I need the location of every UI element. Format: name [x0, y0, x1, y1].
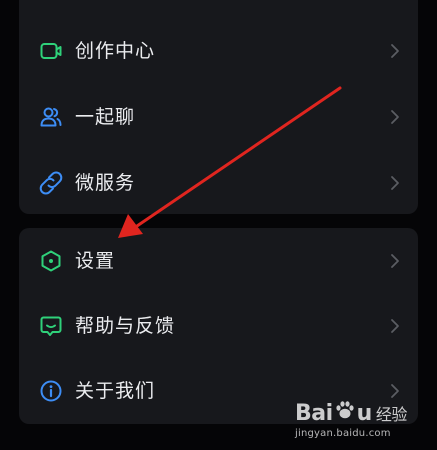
hexagon-settings-icon	[39, 249, 63, 273]
menu-item-label: 设置	[75, 249, 116, 272]
watermark-brand-suffix: u	[356, 400, 373, 426]
menu-item-settings[interactable]: 设置	[19, 229, 418, 293]
menu-item-help-feedback[interactable]: 帮助与反馈	[19, 294, 418, 358]
chevron-right-icon	[389, 318, 401, 334]
info-icon	[39, 379, 63, 403]
menu-item-micro-services[interactable]: 微服务	[19, 151, 418, 215]
video-camera-icon	[39, 39, 63, 63]
menu-card-top: 创作中心 一起聊 微服务	[19, 0, 418, 214]
watermark-url: jingyan.baidu.com	[295, 428, 391, 439]
people-icon	[39, 105, 63, 129]
watermark-brand-prefix: Bai	[295, 400, 333, 426]
baidu-jingyan-watermark: Bai u 经验 jingyan.baidu.com	[295, 400, 415, 440]
menu-card-bottom: 设置 帮助与反馈 关于我们	[19, 228, 418, 424]
menu-item-label: 关于我们	[75, 379, 156, 402]
chat-bubble-icon	[39, 314, 63, 338]
chevron-right-icon	[389, 43, 401, 59]
chevron-right-icon	[389, 175, 401, 191]
chevron-right-icon	[389, 109, 401, 125]
watermark-brand: Bai u 经验	[295, 400, 407, 426]
link-icon	[39, 171, 63, 195]
paw-icon	[334, 399, 356, 427]
menu-item-label: 创作中心	[75, 39, 156, 62]
settings-screen: 创作中心 一起聊 微服务 设置 帮助与反馈 关于我们 Bai u 经验 jing…	[0, 0, 437, 450]
chevron-right-icon	[389, 253, 401, 269]
menu-item-chat-together[interactable]: 一起聊	[19, 85, 418, 149]
menu-item-label: 一起聊	[75, 105, 136, 128]
menu-item-label: 微服务	[75, 171, 136, 194]
menu-item-label: 帮助与反馈	[75, 314, 176, 337]
chevron-right-icon	[389, 383, 401, 399]
watermark-brand-cn: 经验	[375, 405, 408, 424]
menu-item-creator-center[interactable]: 创作中心	[19, 19, 418, 83]
